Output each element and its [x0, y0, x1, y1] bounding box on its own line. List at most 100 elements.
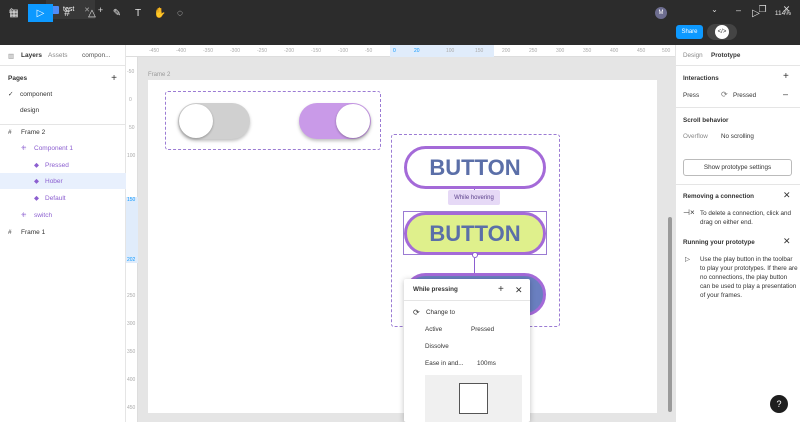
change-to-icon: ⟳	[721, 90, 728, 99]
layer-label: switch	[34, 211, 53, 219]
minimize-icon[interactable]: –	[732, 3, 745, 16]
ruler-left: -50 0 50 100 150 202 250 300 350 400 450	[126, 57, 138, 422]
action-select[interactable]: Change to	[426, 309, 455, 316]
destination-label[interactable]: Pressed	[733, 91, 756, 100]
sidebar-icon[interactable]: ▥	[8, 52, 14, 60]
easing-select[interactable]: Ease in and...	[425, 360, 464, 367]
layer-hober[interactable]: ◆ Hober	[0, 173, 126, 189]
button-default[interactable]: BUTTON	[404, 146, 546, 189]
move-tool-icon[interactable]: ▷	[28, 4, 53, 22]
right-panel: Design Prototype Interactions + Press ⟳ …	[675, 45, 800, 422]
left-panel: ▥ Layers Assets compon... Pages + ✓ comp…	[0, 45, 126, 422]
add-interaction-icon[interactable]: +	[783, 72, 789, 82]
frame-tool-icon[interactable]: #	[57, 4, 77, 22]
avatar[interactable]: M	[654, 4, 668, 22]
layer-component-1[interactable]: ⁜ Component 1	[0, 140, 126, 156]
layer-label: Hober	[45, 177, 63, 185]
left-panel-tabs: ▥ Layers Assets compon...	[0, 45, 125, 66]
close-icon[interactable]: ✕	[515, 285, 523, 296]
shape-tool-icon[interactable]: △	[82, 4, 102, 22]
variant-icon: ◆	[34, 195, 39, 202]
running-prototype-text: Use the play button in the toolbar to pl…	[700, 256, 798, 299]
ruler-tick: 300	[127, 321, 136, 327]
layer-pressed[interactable]: ◆ Pressed	[0, 157, 126, 173]
page-selector[interactable]: compon...	[82, 52, 111, 59]
layer-frame-1[interactable]: # Frame 1	[0, 224, 126, 240]
play-icon: ▷	[685, 256, 690, 263]
ruler-tick: 0	[393, 48, 396, 54]
button-hover[interactable]: BUTTON	[404, 212, 546, 255]
ruler-tick: -250	[257, 48, 268, 54]
ruler-tick: 300	[556, 48, 565, 54]
interaction-popup: While pressing + ✕ ⟳ Change to Active Pr…	[404, 279, 530, 422]
share-button[interactable]: Share	[676, 25, 703, 39]
connection-handle[interactable]	[472, 252, 478, 258]
layer-label: Frame 2	[21, 128, 46, 136]
tab-assets[interactable]: Assets	[48, 52, 68, 59]
layer-frame-2[interactable]: # Frame 2	[0, 124, 126, 140]
ruler-tick: 500	[662, 48, 671, 54]
removing-connection-title: Removing a connection	[683, 193, 755, 200]
comment-tool-icon[interactable]: ◌	[173, 4, 187, 22]
ruler-tick: 250	[127, 293, 136, 299]
zoom-level[interactable]: 114%	[770, 4, 796, 22]
text-tool-icon[interactable]: T	[131, 4, 145, 22]
ruler-tick: -200	[284, 48, 295, 54]
ruler-tick: 50	[129, 125, 135, 131]
canvas[interactable]: -450 -400 -350 -300 -250 -200 -150 -100 …	[126, 45, 675, 422]
hover-connection-label[interactable]: While hovering	[448, 190, 500, 205]
interactions-title: Interactions	[683, 75, 719, 82]
toggle-on[interactable]	[299, 103, 371, 139]
ruler-tick: 150	[475, 48, 484, 54]
ruler-tick: -350	[203, 48, 214, 54]
page-item-design[interactable]: design	[0, 102, 126, 118]
dev-mode-toggle[interactable]: </>	[707, 24, 737, 40]
tab-prototype[interactable]: Prototype	[711, 51, 740, 60]
animation-select[interactable]: Dissolve	[425, 343, 449, 350]
ruler-top: -450 -400 -350 -300 -250 -200 -150 -100 …	[126, 45, 675, 57]
tab-layers[interactable]: Layers	[21, 52, 42, 59]
running-prototype-title: Running your prototype	[683, 239, 755, 246]
variant-select[interactable]: Pressed	[471, 326, 494, 333]
duration-input[interactable]: 100ms	[477, 360, 496, 367]
vertical-scrollbar[interactable]	[668, 217, 672, 412]
show-prototype-settings-button[interactable]: Show prototype settings	[683, 159, 792, 176]
pen-tool-icon[interactable]: ✎	[107, 4, 127, 22]
layer-switch[interactable]: ⁜ switch	[0, 207, 126, 223]
variant-icon: ◆	[34, 178, 39, 185]
chevron-down-icon[interactable]: ⌄	[708, 3, 721, 16]
ruler-tick: 450	[637, 48, 646, 54]
ruler-tick: -450	[149, 48, 160, 54]
component-set-icon: ⁜	[21, 212, 27, 219]
variant-icon: ◆	[34, 162, 39, 169]
ruler-selection	[126, 197, 138, 263]
add-page-icon[interactable]: +	[111, 73, 117, 84]
hand-tool-icon[interactable]: ✋	[152, 4, 168, 22]
toggle-off[interactable]	[178, 103, 250, 139]
remove-interaction-icon[interactable]: –	[783, 90, 788, 99]
popup-title[interactable]: While pressing	[413, 286, 458, 293]
tab-design[interactable]: Design	[683, 51, 703, 60]
frame-label[interactable]: Frame 2	[148, 72, 170, 78]
play-icon[interactable]: ▷	[746, 4, 766, 22]
toggle-knob	[336, 104, 370, 138]
layer-label: Pressed	[45, 161, 69, 169]
pages-title: Pages	[8, 74, 28, 82]
preview-box	[459, 383, 488, 414]
add-icon[interactable]: +	[498, 284, 504, 295]
ruler-tick: 450	[127, 405, 136, 411]
page-item-component[interactable]: ✓ component	[0, 86, 126, 102]
main-menu-icon[interactable]: ▦	[3, 4, 25, 22]
ruler-tick: -300	[230, 48, 241, 54]
check-icon: ✓	[8, 91, 14, 98]
overflow-select[interactable]: No scrolling	[721, 132, 754, 141]
ruler-tick: 250	[529, 48, 538, 54]
help-button[interactable]: ?	[770, 395, 788, 413]
ruler-tick: 350	[583, 48, 592, 54]
close-icon[interactable]: ✕	[783, 237, 791, 246]
close-icon[interactable]: ✕	[783, 191, 791, 200]
layer-default[interactable]: ◆ Default	[0, 190, 126, 206]
trigger-label[interactable]: Press	[683, 91, 699, 100]
change-to-icon: ⟳	[413, 308, 420, 317]
ruler-tick: 150	[127, 197, 136, 203]
